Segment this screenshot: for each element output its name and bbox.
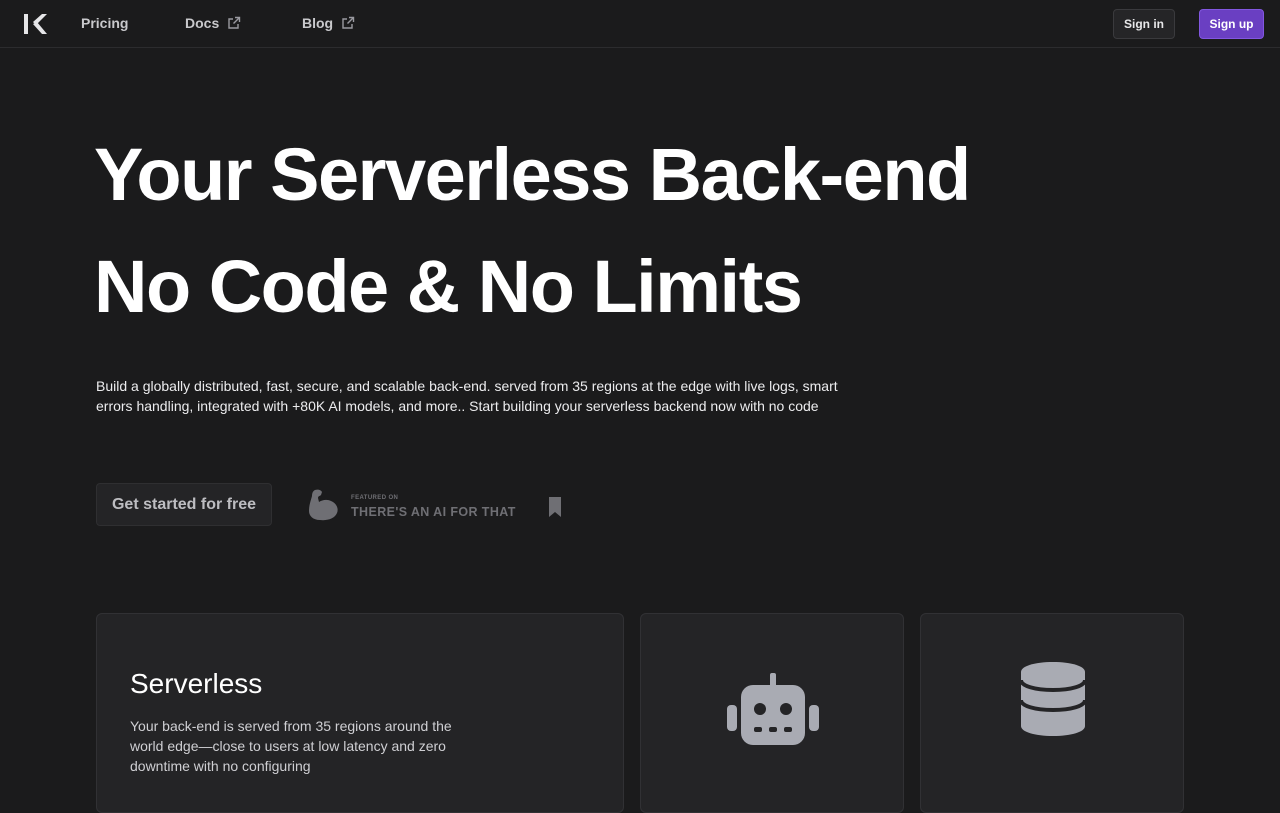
- nav-blog-label: Blog: [302, 15, 334, 31]
- database-card: [920, 613, 1184, 813]
- nav-pricing-link[interactable]: Pricing: [81, 15, 128, 31]
- ai-models-card: [640, 613, 904, 813]
- featured-badge[interactable]: FEATURED ON THERE'S AN AI FOR THAT: [305, 484, 567, 526]
- serverless-card: Serverless Your back-end is served from …: [96, 613, 624, 813]
- external-link-icon: [342, 16, 355, 29]
- nav-docs-label: Docs: [185, 15, 220, 31]
- database-icon: [1020, 662, 1086, 736]
- featured-on-label: FEATURED ON: [351, 495, 399, 501]
- nav-docs-link[interactable]: Docs: [185, 15, 241, 31]
- get-started-button[interactable]: Get started for free: [96, 483, 272, 526]
- logo-icon[interactable]: [22, 12, 48, 36]
- sign-up-button[interactable]: Sign up: [1199, 9, 1264, 39]
- top-nav: Pricing Docs Blog Sign in Sign up: [0, 0, 1280, 48]
- bookmark-icon: [549, 497, 561, 517]
- serverless-card-text: Your back-end is served from 35 regions …: [130, 718, 452, 774]
- hero-title-line-2: No Code & No Limits: [94, 245, 803, 328]
- nav-pricing-label: Pricing: [81, 15, 129, 31]
- external-link-icon: [228, 16, 241, 29]
- flexed-arm-icon: [309, 489, 338, 521]
- robot-icon: [727, 673, 819, 745]
- hero-title-line-1: Your Serverless Back-end: [94, 133, 971, 216]
- featured-site-name: THERE'S AN AI FOR THAT: [351, 505, 516, 519]
- serverless-card-title: Serverless: [130, 668, 263, 699]
- nav-blog-link[interactable]: Blog: [302, 15, 355, 31]
- hero-description: Build a globally distributed, fast, secu…: [96, 378, 838, 414]
- sign-in-button[interactable]: Sign in: [1113, 9, 1175, 39]
